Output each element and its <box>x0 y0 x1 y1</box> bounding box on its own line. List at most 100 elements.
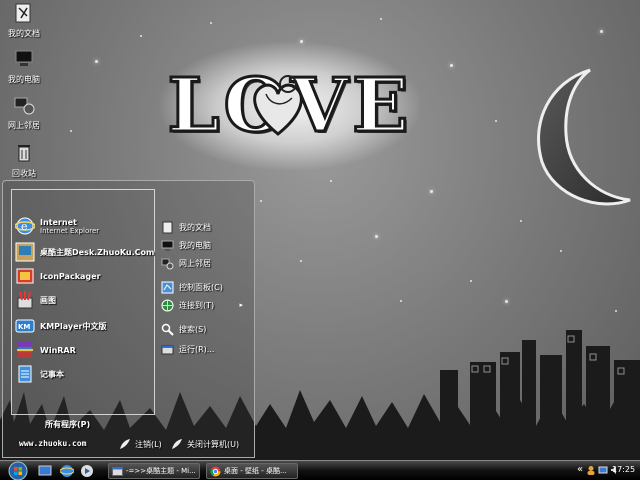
zhuoku-theme-icon <box>15 242 35 262</box>
start-item-internet[interactable]: e Internet Internet Explorer <box>15 215 99 237</box>
star <box>600 30 603 33</box>
star <box>430 190 433 193</box>
star <box>375 235 378 238</box>
star <box>260 200 262 202</box>
star <box>560 250 562 252</box>
search-icon <box>161 323 174 336</box>
star <box>140 35 142 37</box>
start-place-run[interactable]: 运行(R)... <box>161 341 251 357</box>
moon-image <box>537 68 631 206</box>
desktop-icon-label: 我的文档 <box>8 29 40 38</box>
quick-launch-media-icon[interactable] <box>80 464 94 478</box>
start-item-title: 桌酷主题Desk.ZhuoKu.Com <box>40 247 155 257</box>
start-place-search[interactable]: 搜索(S) <box>161 321 251 337</box>
start-item-title: WinRAR <box>40 345 76 355</box>
start-item-notepad[interactable]: 记事本 <box>15 363 64 385</box>
iconpackager-icon <box>16 268 34 284</box>
start-item-title: Internet <box>40 217 77 227</box>
shutdown-label: 关闭计算机(U) <box>187 439 240 449</box>
chrome-icon <box>210 466 221 476</box>
start-place-my-documents[interactable]: 我的文档 <box>161 219 251 235</box>
explorer-window-icon <box>112 466 123 476</box>
start-place-label: 运行(R)... <box>179 344 215 354</box>
star <box>470 280 472 282</box>
control-panel-icon <box>161 281 174 293</box>
star <box>520 220 522 222</box>
start-place-label: 我的文档 <box>179 222 211 232</box>
network-places-icon <box>161 258 174 269</box>
start-item-winrar[interactable]: WinRAR <box>15 339 76 361</box>
tray-expand-icon[interactable]: « <box>577 464 583 475</box>
start-item-title: IconPackager <box>40 271 101 281</box>
star <box>495 120 497 122</box>
shutdown-button[interactable]: 关闭计算机(U) <box>171 438 239 450</box>
connect-to-icon <box>161 299 174 311</box>
task-button-label: 桌面 - 壁纸 - 桌酷... <box>224 467 287 475</box>
notepad-icon <box>18 365 32 383</box>
run-icon <box>161 345 174 354</box>
desktop-icon-recycle-bin[interactable]: 回收站 <box>4 142 44 179</box>
star <box>70 130 72 132</box>
star <box>300 260 302 262</box>
start-place-control-panel[interactable]: 控制面板(C) <box>161 279 251 295</box>
task-button-label: -=>>桌酷主题 - Mi... <box>126 467 196 475</box>
kmplayer-icon: KM <box>15 319 35 333</box>
start-place-network[interactable]: 网上邻居 <box>161 255 251 271</box>
desktop-icon-my-computer[interactable]: 我的电脑 <box>4 48 44 85</box>
my-documents-icon <box>15 3 31 23</box>
love-logo: LOVE <box>160 42 420 170</box>
star <box>210 22 212 24</box>
start-item-paint[interactable]: 画图 <box>15 289 56 311</box>
internet-explorer-icon: e <box>15 217 35 235</box>
start-menu-footer: www.zhuoku.com 注销(L) 关闭计算机(U) <box>3 435 254 457</box>
start-item-title: 记事本 <box>40 369 64 379</box>
start-item-iconpackager[interactable]: IconPackager <box>15 265 101 287</box>
all-programs-button[interactable]: 所有程序(P) <box>45 419 90 430</box>
start-item-zhuoku[interactable]: 桌酷主题Desk.ZhuoKu.Com <box>15 241 154 263</box>
my-documents-icon <box>162 221 173 233</box>
task-button-theme[interactable]: -=>>桌酷主题 - Mi... <box>108 463 200 479</box>
recycle-bin-icon <box>18 145 30 162</box>
star <box>330 180 332 182</box>
start-place-label: 网上邻居 <box>179 258 211 268</box>
start-place-label: 我的电脑 <box>179 240 211 250</box>
network-places-icon <box>14 97 35 115</box>
start-place-connect-to[interactable]: 连接到(T) ▸ <box>161 297 251 313</box>
start-item-kmplayer[interactable]: KM KMPlayer中文版 <box>15 315 107 337</box>
start-place-label: 控制面板(C) <box>179 282 223 292</box>
start-item-title: 画图 <box>40 295 56 305</box>
start-item-subtitle: Internet Explorer <box>40 226 100 235</box>
submenu-arrow-icon: ▸ <box>239 301 243 309</box>
svg-text:e: e <box>21 220 28 233</box>
quick-launch-ie-icon[interactable] <box>60 464 74 478</box>
desktop-icon-label: 我的电脑 <box>8 75 40 84</box>
my-computer-icon <box>161 240 174 251</box>
start-place-my-computer[interactable]: 我的电脑 <box>161 237 251 253</box>
desktop-icon-label: 回收站 <box>12 169 36 178</box>
logoff-button[interactable]: 注销(L) <box>119 438 162 450</box>
taskbar: -=>>桌酷主题 - Mi... 桌面 - 壁纸 - 桌酷... « 17:25 <box>0 460 640 480</box>
desktop-icon-network-places[interactable]: 网上邻居 <box>4 94 44 131</box>
website-link[interactable]: www.zhuoku.com <box>19 439 86 448</box>
start-button[interactable] <box>8 461 28 480</box>
paint-icon <box>17 291 33 309</box>
leaf-icon <box>172 439 182 449</box>
quick-launch-desktop-icon[interactable] <box>38 464 52 478</box>
heart-icon <box>253 75 303 136</box>
winrar-icon <box>17 342 33 358</box>
taskbar-clock[interactable]: 17:25 <box>612 465 635 474</box>
desktop-icon-label: 网上邻居 <box>8 121 40 130</box>
desktop-icon-my-documents[interactable]: 我的文档 <box>4 2 44 39</box>
start-menu: e Internet Internet Explorer 桌酷主题Desk.Zh… <box>2 180 255 458</box>
user-tray-icon[interactable] <box>586 465 596 475</box>
start-place-label: 搜索(S) <box>179 324 207 334</box>
leaf-icon <box>120 439 130 449</box>
star <box>450 64 453 67</box>
star <box>95 60 98 63</box>
logoff-label: 注销(L) <box>135 439 162 449</box>
start-place-label: 连接到(T) <box>179 300 215 310</box>
task-button-chrome[interactable]: 桌面 - 壁纸 - 桌酷... <box>206 463 298 479</box>
svg-text:KM: KM <box>18 323 30 331</box>
network-tray-icon[interactable] <box>598 465 608 475</box>
my-computer-icon <box>15 50 33 66</box>
